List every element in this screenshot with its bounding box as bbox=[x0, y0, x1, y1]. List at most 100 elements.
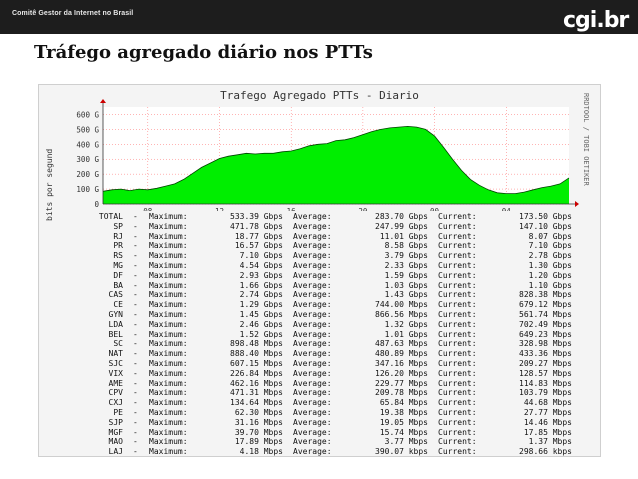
stat-cur-value: 1.20 Gbps bbox=[528, 270, 572, 280]
stat-cur-value: 649.23 Mbps bbox=[519, 329, 572, 339]
stat-avg-label: Average: bbox=[293, 231, 332, 241]
stat-name: MAO bbox=[108, 437, 123, 447]
stat-max-value: 1.66 Gbps bbox=[239, 280, 283, 290]
y-axis-label: bits por segund bbox=[45, 148, 54, 221]
stat-avg-label: Average: bbox=[293, 329, 332, 339]
stat-avg-value: 2.33 Gbps bbox=[384, 261, 428, 270]
stat-cur-label: Current: bbox=[438, 231, 477, 241]
rrdtool-credit: RRDTOOL / TOBI OETIKER bbox=[582, 93, 590, 186]
brand-text: Comitê Gestor da Internet no Brasil bbox=[12, 10, 134, 17]
stat-cur-value: 828.38 Mbps bbox=[519, 290, 572, 300]
stat-name: SJP bbox=[108, 417, 123, 427]
stat-name: LAJ bbox=[108, 447, 123, 457]
stat-dash: - bbox=[133, 349, 138, 359]
stat-max-label: Maximum: bbox=[149, 261, 188, 270]
stat-cur-value: 7.10 Gbps bbox=[528, 241, 572, 251]
stat-avg-label: Average: bbox=[293, 261, 332, 270]
x-tick-label: 00 bbox=[430, 207, 440, 211]
stat-cur-value: 14.46 Mbps bbox=[523, 417, 572, 427]
stat-cur-label: Current: bbox=[438, 447, 477, 457]
stat-avg-value: 347.16 Mbps bbox=[375, 359, 428, 368]
stat-max-label: Maximum: bbox=[149, 231, 188, 241]
stat-dash: - bbox=[133, 251, 138, 261]
stat-avg-label: Average: bbox=[293, 349, 332, 359]
stat-max-label: Maximum: bbox=[149, 447, 188, 457]
stat-max-value: 16.57 Gbps bbox=[234, 241, 283, 251]
stat-dash: - bbox=[133, 437, 138, 447]
stat-dash: - bbox=[133, 270, 138, 280]
stat-avg-label: Average: bbox=[293, 280, 332, 290]
stat-avg-label: Average: bbox=[293, 221, 332, 231]
stat-avg-value: 209.78 Mbps bbox=[375, 388, 428, 398]
y-tick-label: 200 G bbox=[76, 170, 99, 179]
stat-max-label: Maximum: bbox=[149, 417, 188, 427]
stat-avg-value: 15.74 Mbps bbox=[379, 427, 428, 437]
stat-avg-value: 390.07 kbps bbox=[375, 447, 428, 457]
stat-max-value: 226.84 Mbps bbox=[230, 368, 283, 378]
stat-name: MG bbox=[113, 261, 123, 270]
stat-cur-label: Current: bbox=[438, 319, 477, 329]
stat-dash: - bbox=[133, 280, 138, 290]
stat-cur-value: 1.37 Mbps bbox=[528, 437, 572, 447]
stat-avg-label: Average: bbox=[293, 339, 332, 349]
stat-max-value: 471.31 Mbps bbox=[230, 388, 283, 398]
stat-name: TOTAL bbox=[98, 212, 123, 221]
stat-cur-value: 433.36 Mbps bbox=[519, 349, 572, 359]
stat-avg-value: 487.63 Mbps bbox=[375, 339, 428, 349]
stat-dash: - bbox=[133, 339, 138, 349]
stat-dash: - bbox=[133, 221, 138, 231]
stat-avg-value: 866.56 Mbps bbox=[375, 310, 428, 319]
stat-name: VIX bbox=[108, 368, 123, 378]
stat-avg-label: Average: bbox=[293, 427, 332, 437]
y-tick-label: 0 bbox=[94, 200, 99, 209]
stat-dash: - bbox=[133, 388, 138, 398]
stat-cur-value: 1.10 Gbps bbox=[528, 280, 572, 290]
stat-avg-label: Average: bbox=[293, 310, 332, 319]
stat-name: SJC bbox=[108, 359, 123, 368]
stat-avg-value: 247.99 Gbps bbox=[375, 221, 428, 231]
stat-cur-value: 147.10 Gbps bbox=[519, 221, 572, 231]
y-axis-arrow bbox=[100, 99, 106, 103]
x-axis-arrow bbox=[575, 201, 579, 207]
x-tick-label: 16 bbox=[287, 207, 297, 211]
stat-max-label: Maximum: bbox=[149, 270, 188, 280]
stat-avg-value: 1.59 Gbps bbox=[384, 270, 428, 280]
stat-name: RS bbox=[113, 251, 123, 261]
stat-name: SC bbox=[113, 339, 123, 349]
stat-avg-value: 229.77 Mbps bbox=[375, 378, 428, 388]
stat-avg-value: 126.20 Mbps bbox=[375, 368, 428, 378]
top-bar: Comitê Gestor da Internet no Brasil cgi.… bbox=[0, 0, 638, 34]
stat-cur-value: 103.79 Mbps bbox=[519, 388, 572, 398]
traffic-area-chart: 0 100 G 200 G 300 G 400 G 500 G 600 G 08 12 16 20 0… bbox=[76, 99, 579, 211]
stat-name: MGF bbox=[108, 427, 123, 437]
stat-dash: - bbox=[133, 310, 138, 319]
stat-avg-value: 1.01 Gbps bbox=[384, 329, 428, 339]
stat-name: LDA bbox=[108, 319, 123, 329]
stat-max-value: 462.16 Mbps bbox=[230, 378, 283, 388]
stat-max-value: 7.10 Gbps bbox=[239, 251, 283, 261]
y-tick-label: 400 G bbox=[76, 140, 99, 149]
stat-max-label: Maximum: bbox=[149, 378, 188, 388]
stat-cur-label: Current: bbox=[438, 427, 477, 437]
stat-max-label: Maximum: bbox=[149, 349, 188, 359]
stat-avg-label: Average: bbox=[293, 319, 332, 329]
stat-max-label: Maximum: bbox=[149, 427, 188, 437]
stat-max-label: Maximum: bbox=[149, 221, 188, 231]
stat-cur-value: 328.98 Mbps bbox=[519, 339, 572, 349]
stat-cur-value: 702.49 Mbps bbox=[519, 319, 572, 329]
stat-max-value: 31.16 Mbps bbox=[234, 417, 283, 427]
stat-name: RJ bbox=[113, 231, 123, 241]
stat-name: AME bbox=[108, 378, 123, 388]
y-tick-label: 600 G bbox=[76, 110, 99, 119]
stat-dash: - bbox=[133, 329, 138, 339]
stat-avg-label: Average: bbox=[293, 447, 332, 457]
x-tick-label: 20 bbox=[358, 207, 368, 211]
stat-cur-value: 8.07 Gbps bbox=[528, 231, 572, 241]
stat-cur-value: 44.68 Mbps bbox=[523, 398, 572, 408]
stat-cur-label: Current: bbox=[438, 270, 477, 280]
stat-avg-label: Average: bbox=[293, 408, 332, 417]
stat-cur-value: 1.30 Gbps bbox=[528, 261, 572, 270]
stat-max-label: Maximum: bbox=[149, 300, 188, 310]
stat-avg-value: 65.84 Mbps bbox=[379, 398, 428, 408]
stat-dash: - bbox=[133, 290, 138, 300]
